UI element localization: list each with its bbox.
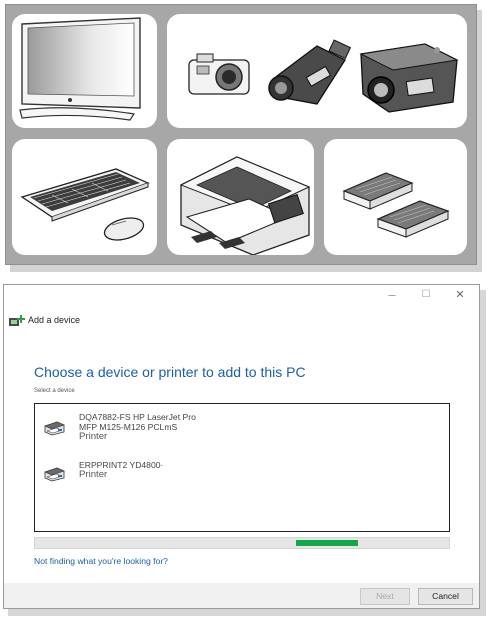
close-button[interactable]: ✕ (449, 288, 471, 301)
device-type: Printer (79, 431, 108, 442)
device-panel (5, 4, 477, 265)
external-drive-icon (342, 172, 414, 210)
help-link[interactable]: Not finding what you're looking for? (34, 556, 168, 566)
dialog-footer: Next Cancel (4, 583, 479, 608)
keyboard-icon (20, 168, 150, 222)
camcorder-icon (268, 39, 352, 105)
progress-indicator (295, 540, 358, 546)
device-name-line1: DQA7882-FS HP LaserJet Pro (79, 412, 196, 422)
tile-imaging (167, 14, 467, 128)
device-item-erpprint2[interactable]: ERPPRINT2 YD4800· Printer (35, 458, 449, 502)
mouse-icon (103, 217, 145, 241)
projector-icon (359, 43, 459, 113)
printer-icon (44, 467, 65, 482)
printer-icon (179, 156, 311, 255)
search-progress-bar (34, 537, 450, 549)
tile-monitor (12, 14, 157, 128)
external-drive-icon (376, 200, 450, 238)
printer-icon (44, 421, 65, 436)
add-device-dialog: – ☐ ✕ Add a device Choose a device or pr… (3, 284, 480, 609)
device-item-text: DQA7882-FS HP LaserJet Pro MFP M125-M126… (79, 412, 196, 442)
monitor-icon (19, 17, 141, 121)
dialog-title: Add a device (28, 315, 81, 325)
tile-printer (167, 139, 314, 255)
next-button[interactable]: Next (360, 588, 410, 605)
select-device-label: Select a device (34, 388, 75, 394)
device-list[interactable]: DQA7882-FS HP LaserJet Pro MFP M125-M126… (34, 403, 450, 532)
device-type: Printer (79, 469, 108, 480)
cancel-button[interactable]: Cancel (418, 588, 473, 605)
minimize-button[interactable]: – (381, 287, 403, 302)
digital-camera-icon (188, 53, 250, 95)
device-item-text: ERPPRINT2 YD4800· Printer (79, 460, 163, 480)
maximize-button[interactable]: ☐ (415, 289, 437, 300)
tile-storage (324, 139, 467, 255)
add-device-icon (9, 315, 25, 326)
device-item-hp-laserjet[interactable]: DQA7882-FS HP LaserJet Pro MFP M125-M126… (35, 410, 449, 454)
tile-input (12, 139, 157, 255)
page-title: Choose a device or printer to add to thi… (34, 364, 306, 380)
